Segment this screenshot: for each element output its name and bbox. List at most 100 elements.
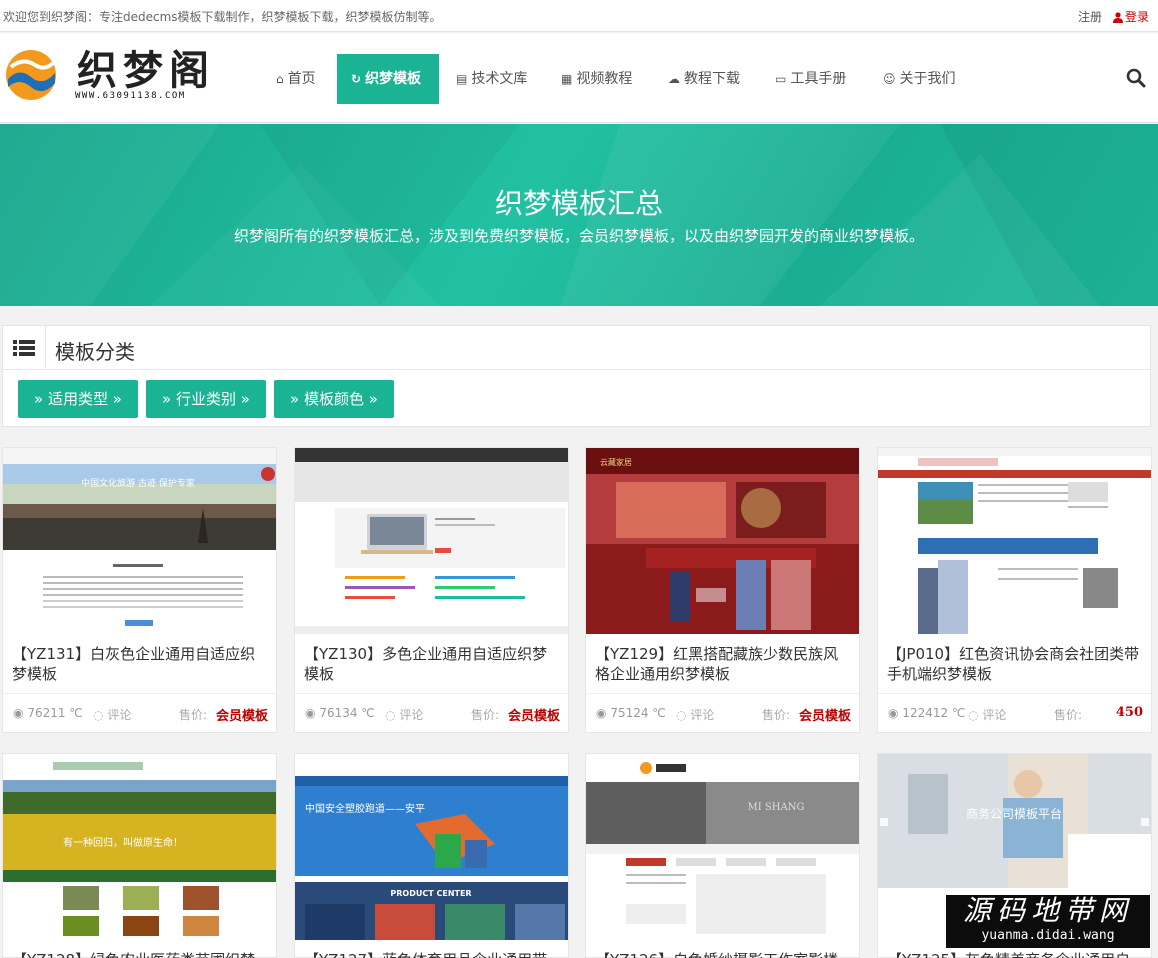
logo-mark-icon	[6, 50, 56, 100]
nav-video-tutorials[interactable]: ▦ 视频教程	[561, 54, 632, 104]
template-thumbnail[interactable]: 有一种回归，叫做原生命！	[3, 754, 276, 940]
template-title[interactable]: 【YZ128】绿色农业医药类苗圃织梦模板	[12, 950, 270, 958]
nav-tool-manual[interactable]: ▭ 工具手册	[775, 54, 846, 104]
eye-icon: ◉	[13, 706, 24, 720]
header-divider	[45, 326, 46, 370]
price-value: 会员模板	[215, 709, 268, 724]
template-card[interactable]: 有一种回归，叫做原生命！ 【YZ128】绿色农业医药类苗圃织梦模板	[2, 753, 277, 958]
login-link[interactable]: 登录	[1113, 8, 1149, 25]
template-card[interactable]: MI SHANG 【YZ126】白色婚纱摄影工作室影楼	[585, 753, 860, 958]
view-count: ◉ 75124 ℃	[596, 706, 666, 720]
nav-tutorial-download[interactable]: ☁ 教程下载	[668, 54, 740, 104]
refresh-icon: ↻	[351, 72, 362, 86]
template-thumbnail[interactable]: 中国文化旅游 古迹 保护专家	[3, 448, 276, 634]
comment-icon: ◌	[385, 708, 396, 722]
eye-icon: ◉	[305, 706, 316, 720]
comment-icon: ◌	[968, 708, 979, 722]
category-filter-panel: 模板分类 » 适用类型 » » 行业类别 » » 模板颜色 »	[2, 325, 1151, 427]
template-card[interactable]: 【YZ130】多色企业通用自适应织梦模板 ◉ 76134 ℃ ◌ 评论 售价: …	[294, 447, 569, 733]
thumb-caption: 中国文化旅游 古迹 保护专家	[81, 477, 195, 489]
filter-title: 模板分类	[55, 340, 135, 364]
thumbnail-image: 云藏家居	[586, 448, 859, 634]
filter-header: 模板分类	[3, 326, 1150, 370]
price-label: 售价:	[762, 708, 791, 722]
price-label: 售价:	[471, 708, 500, 722]
watermark-url: yuanma.didai.wang	[981, 928, 1115, 943]
comment-link[interactable]: ◌ 评论	[385, 706, 423, 723]
welcome-text: 欢迎您到织梦阁：专注dedecms模板下载制作，织梦模板下载，织梦模板仿制等。	[3, 10, 442, 24]
nav-home[interactable]: ⌂ 首页	[276, 54, 316, 104]
filter-industry-button[interactable]: » 行业类别 »	[146, 380, 266, 418]
chevron-down-icon: »	[162, 390, 172, 408]
hero-title: 织梦模板汇总	[494, 187, 663, 220]
template-thumbnail[interactable]: MI SHANG	[586, 754, 859, 940]
price-value: 会员模板	[507, 709, 560, 724]
login-label: 登录	[1125, 10, 1150, 24]
view-count: ◉ 122412 ℃	[888, 706, 966, 720]
template-card[interactable]: 中国文化旅游 古迹 保护专家 【YZ131】白灰色企业通用自适应织梦模板 ◉ 7…	[2, 447, 277, 733]
nav-dede-templates[interactable]: ↻ 织梦模板	[337, 54, 439, 104]
chevron-down-icon: »	[240, 390, 250, 408]
film-icon: ▦	[561, 72, 573, 86]
template-title[interactable]: 【YZ129】红黑搭配藏族少数民族风格企业通用织梦模板	[595, 644, 853, 684]
logo-subtitle: WWW.63091138.COM	[75, 91, 186, 101]
search-icon[interactable]	[1126, 68, 1146, 88]
filter-color-button[interactable]: » 模板颜色 »	[274, 380, 394, 418]
price-value: 会员模板	[798, 709, 851, 724]
template-thumbnail[interactable]: 云藏家居	[586, 448, 859, 634]
view-count: ◉ 76134 ℃	[305, 706, 375, 720]
watermark: 源码地带网 yuanma.didai.wang	[946, 895, 1150, 948]
filter-applicable-type-button[interactable]: » 适用类型 »	[18, 380, 138, 418]
comment-link[interactable]: ◌ 评论	[676, 706, 714, 723]
thumb-banner: MI SHANG	[748, 802, 805, 813]
chevron-down-icon: »	[368, 390, 378, 408]
comment-link[interactable]: ◌ 评论	[93, 706, 131, 723]
thumbnail-image	[878, 448, 1151, 634]
template-title[interactable]: 【YZ130】多色企业通用自适应织梦模板	[304, 644, 562, 684]
thumbnail-image: 中国安全塑胶跑道——安平 PRODUCT CENTER	[295, 754, 568, 940]
template-title[interactable]: 【YZ125】灰色精美商务企业通用自	[887, 950, 1145, 958]
logo[interactable]: 织梦阁 WWW.63091138.COM	[5, 47, 225, 103]
thumb-logo: 云藏家居	[600, 457, 632, 467]
template-thumbnail[interactable]	[878, 448, 1151, 634]
thumbnail-image: 中国文化旅游 古迹 保护专家	[3, 448, 276, 634]
hero-subtitle: 织梦阁所有的织梦模板汇总，涉及到免费织梦模板，会员织梦模板，以及由织梦园开发的商…	[233, 227, 924, 245]
thumb-section: PRODUCT CENTER	[390, 889, 471, 898]
logo-text: 织梦阁	[77, 47, 215, 94]
template-title[interactable]: 【YZ131】白灰色企业通用自适应织梦模板	[12, 644, 270, 684]
price-label: 售价:	[179, 708, 208, 722]
main-nav: 织梦阁 WWW.63091138.COM ⌂ 首页 ↻ 织梦模板 ▤ 技术文库 ▦ 视频…	[0, 33, 1158, 123]
template-card[interactable]: 中国安全塑胶跑道——安平 PRODUCT CENTER 【YZ127】蓝色体育用…	[294, 753, 569, 958]
list-icon	[13, 340, 35, 356]
smile-icon: ☺	[883, 72, 896, 86]
thumbnail-image: 有一种回归，叫做原生命！	[3, 754, 276, 940]
chevron-down-icon: »	[112, 390, 122, 408]
template-title[interactable]: 【YZ127】蓝色体育用品企业通用带	[304, 950, 562, 958]
hero-banner: 织梦模板汇总 织梦阁所有的织梦模板汇总，涉及到免费织梦模板，会员织梦模板，以及由…	[0, 124, 1158, 306]
comment-icon: ◌	[93, 708, 104, 722]
card-footer: ◉ 76211 ℃ ◌ 评论 售价: 会员模板	[3, 693, 276, 726]
template-title[interactable]: 【YZ126】白色婚纱摄影工作室影楼	[595, 950, 853, 958]
template-card[interactable]: 云藏家居 【YZ129】红黑搭配藏族少数民族风格企业通用织梦模板 ◉ 75124…	[585, 447, 860, 733]
nav-about-us[interactable]: ☺ 关于我们	[883, 54, 956, 104]
card-footer: ◉ 122412 ℃ ◌ 评论 售价: 450	[878, 693, 1151, 726]
thumbnail-image	[295, 448, 568, 634]
chevron-down-icon: »	[290, 390, 300, 408]
chevron-down-icon: »	[34, 390, 44, 408]
top-bar: 欢迎您到织梦阁：专注dedecms模板下载制作，织梦模板下载，织梦模板仿制等。 …	[0, 0, 1158, 32]
nav-tech-library[interactable]: ▤ 技术文库	[456, 54, 527, 104]
view-count: ◉ 76211 ℃	[13, 706, 83, 720]
template-thumbnail[interactable]	[295, 448, 568, 634]
thumb-caption: 有一种回归，叫做原生命！	[63, 836, 183, 849]
comment-link[interactable]: ◌ 评论	[968, 706, 1006, 723]
card-footer: ◉ 76134 ℃ ◌ 评论 售价: 会员模板	[295, 693, 568, 726]
register-link[interactable]: 注册	[1078, 8, 1102, 25]
thumb-banner: 商务公司模板平台	[966, 806, 1062, 821]
template-thumbnail[interactable]: 中国安全塑胶跑道——安平 PRODUCT CENTER	[295, 754, 568, 940]
card-footer: ◉ 75124 ℃ ◌ 评论 售价: 会员模板	[586, 693, 859, 726]
file-icon: ▤	[456, 72, 468, 86]
home-icon: ⌂	[276, 72, 284, 86]
template-card[interactable]: 【JP010】红色资讯协会商会社团类带手机端织梦模板 ◉ 122412 ℃ ◌ …	[877, 447, 1152, 733]
comment-icon: ◌	[676, 708, 687, 722]
template-title[interactable]: 【JP010】红色资讯协会商会社团类带手机端织梦模板	[887, 644, 1145, 684]
